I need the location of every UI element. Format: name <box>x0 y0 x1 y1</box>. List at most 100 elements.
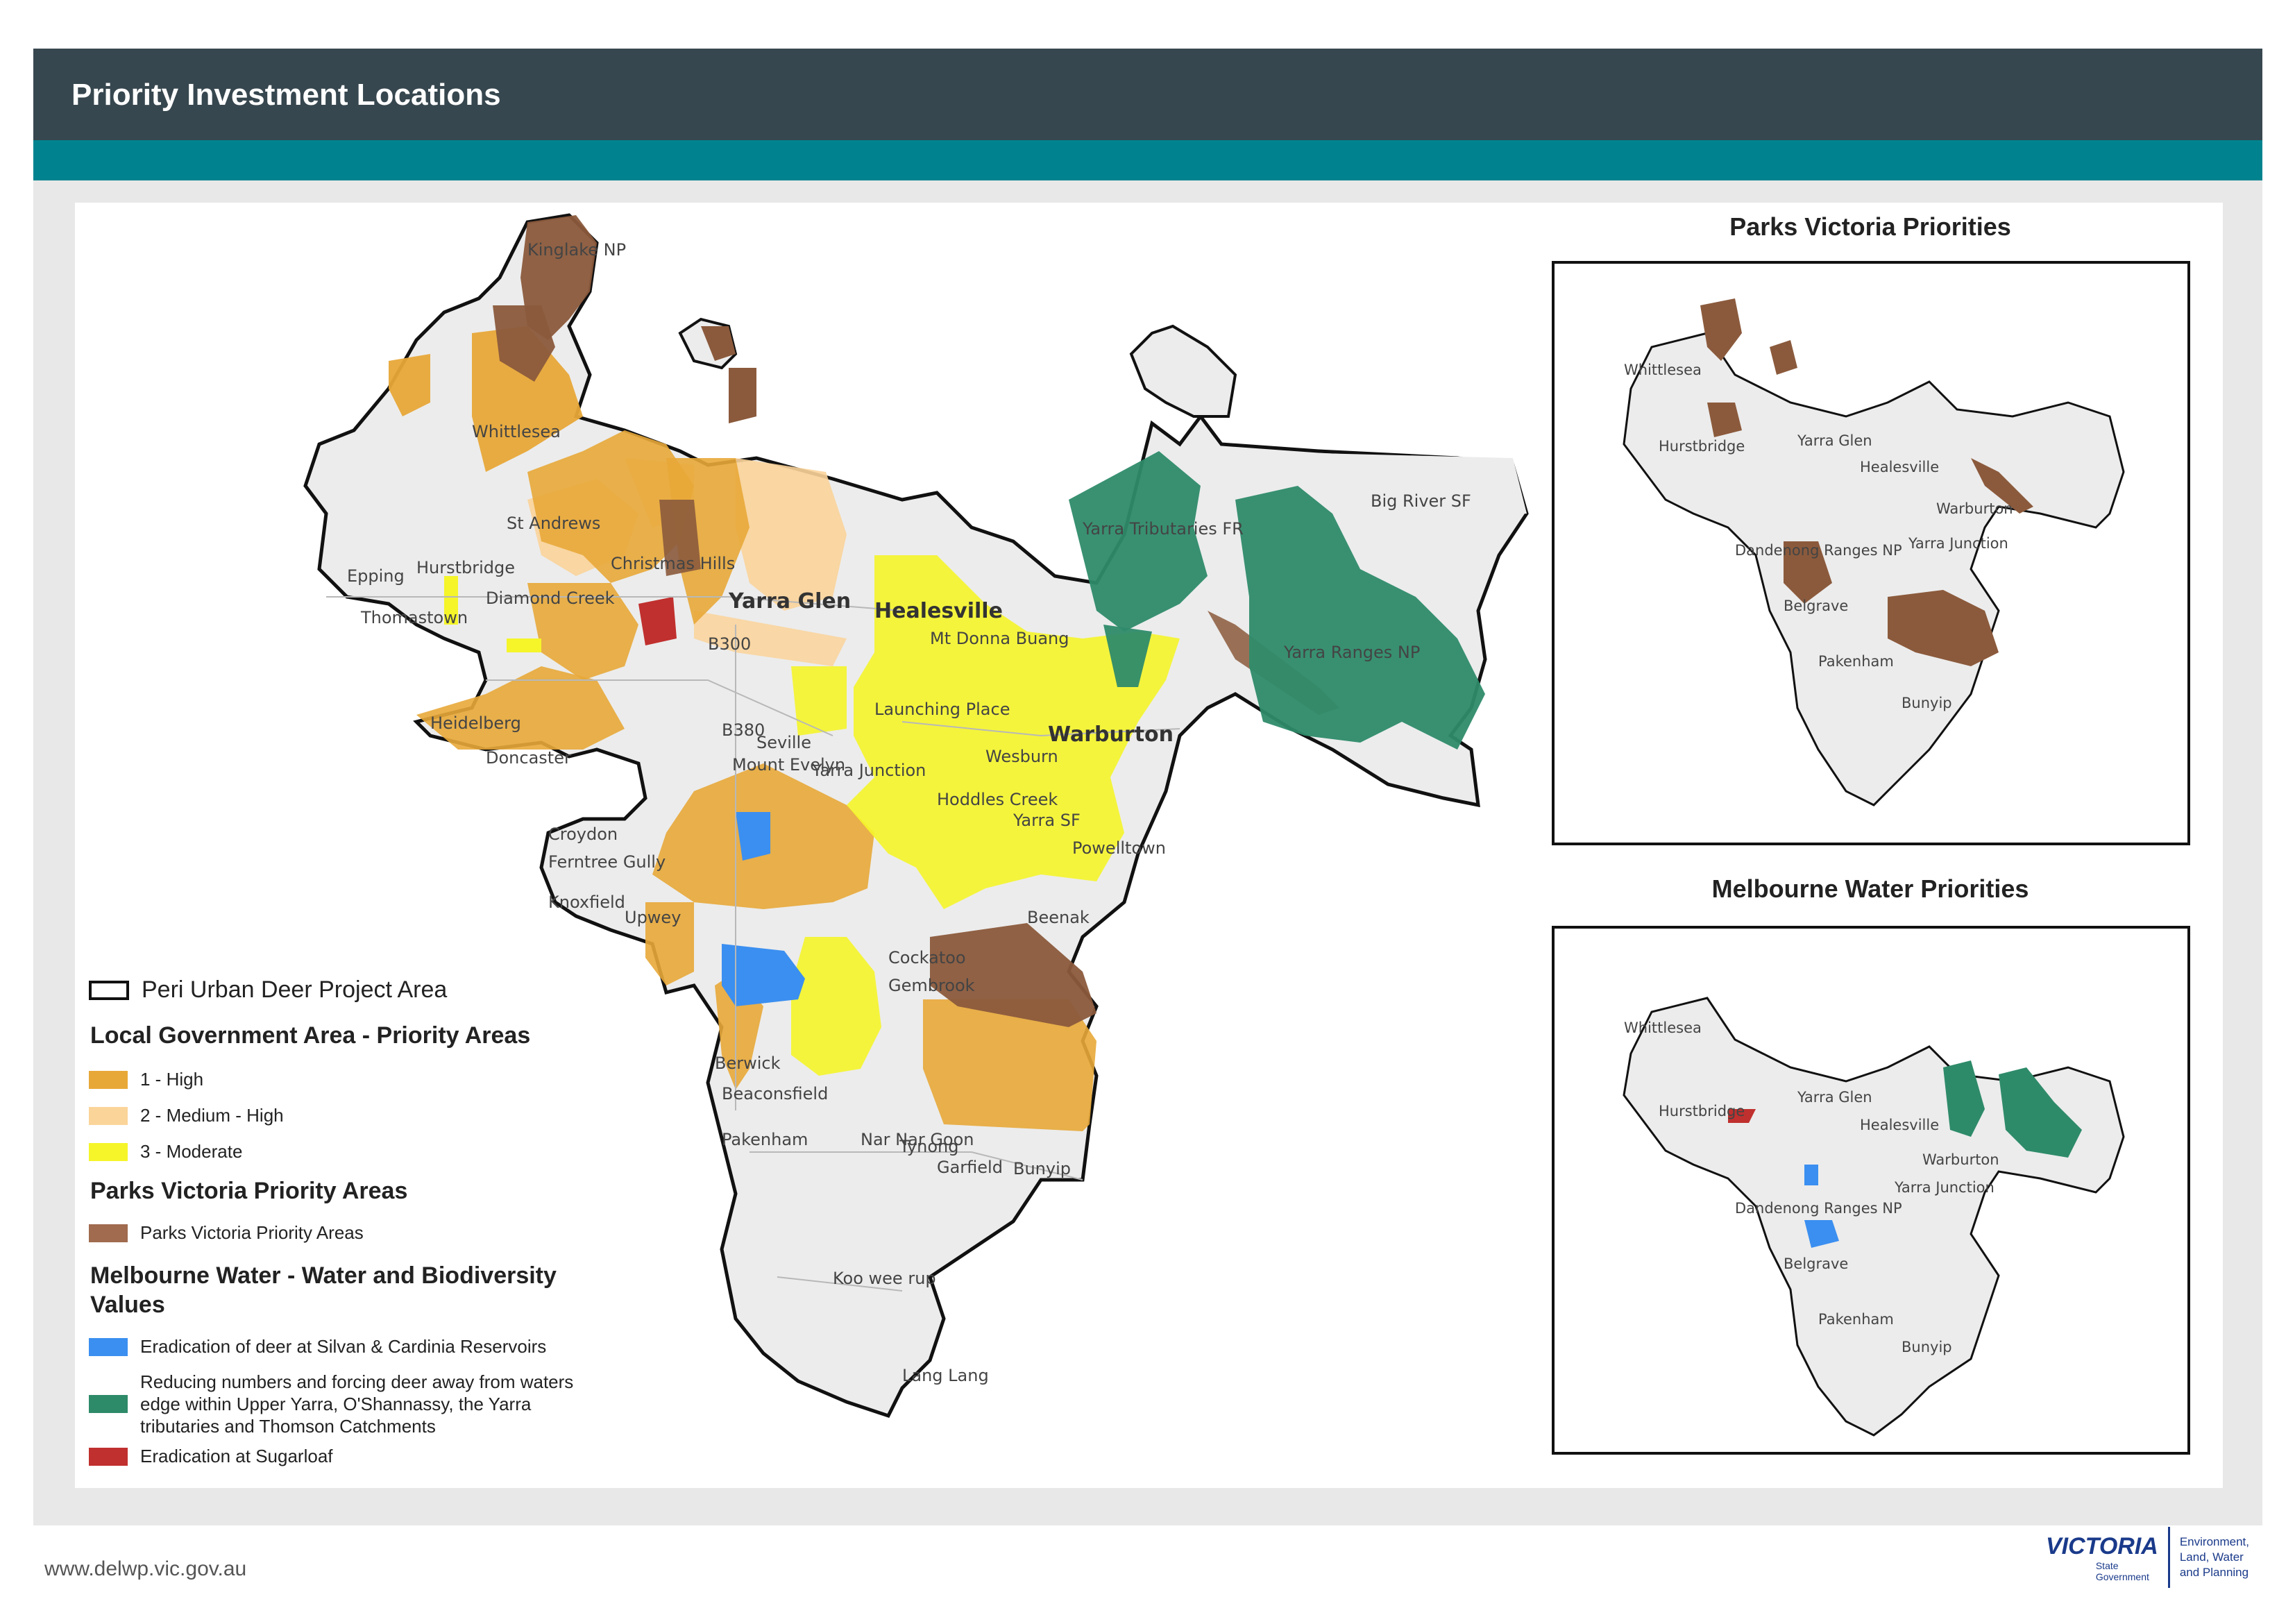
svg-text:Whittlesea: Whittlesea <box>472 422 561 441</box>
legend-swatch-parks <box>89 1224 128 1242</box>
svg-text:Knoxfield: Knoxfield <box>548 893 625 912</box>
legend-swatch-mw-sugarloaf <box>89 1447 128 1466</box>
svg-text:Healesville: Healesville <box>874 599 1003 623</box>
svg-text:Beaconsfield: Beaconsfield <box>722 1084 828 1103</box>
svg-text:Yarra SF: Yarra SF <box>1013 811 1081 830</box>
svg-text:Yarra Junction: Yarra Junction <box>1894 1179 1995 1196</box>
logo-department: Environment, Land, Water and Planning <box>2180 1534 2249 1580</box>
logo-divider <box>2167 1527 2170 1588</box>
logo-dept-line1: Environment, <box>2179 1535 2250 1548</box>
svg-text:Dandenong Ranges NP: Dandenong Ranges NP <box>1735 542 1902 559</box>
svg-text:Upwey: Upwey <box>625 908 681 927</box>
svg-text:Warburton: Warburton <box>1936 500 2013 517</box>
legend-mw-silvan: Eradication of deer at Silvan & Cardinia… <box>89 1336 546 1357</box>
legend-swatch-mw-silvan <box>89 1337 128 1356</box>
svg-text:Tynong: Tynong <box>899 1137 958 1156</box>
svg-text:Hurstbridge: Hurstbridge <box>1659 438 1745 455</box>
legend-swatch-lga-medium-high <box>89 1106 128 1125</box>
legend-swatch-mw-upper-yarra <box>89 1395 128 1413</box>
svg-text:Mt Donna Buang: Mt Donna Buang <box>930 629 1069 648</box>
legend-swatch-lga-high <box>89 1070 128 1089</box>
inset-title-water: Melbourne Water Priorities <box>1711 874 2029 903</box>
victoria-logo-mark: VICTORIA State Government <box>2046 1533 2158 1582</box>
svg-text:Warburton: Warburton <box>1048 722 1174 747</box>
inset-map-parks-svg: Whittlesea Hurstbridge Yarra Glen Heales… <box>1623 298 2125 806</box>
legend-lga-medium-high: 2 - Medium - High <box>89 1105 284 1126</box>
svg-text:Bunyip: Bunyip <box>1013 1159 1071 1178</box>
mw-sugarloaf-area <box>638 597 677 645</box>
svg-text:Belgrave: Belgrave <box>1784 598 1848 614</box>
svg-text:Yarra Glen: Yarra Glen <box>728 589 851 614</box>
legend-parks: Parks Victoria Priority Areas <box>89 1222 364 1244</box>
logo-word: VICTORIA <box>2046 1532 2158 1559</box>
svg-text:St Andrews: St Andrews <box>507 514 600 533</box>
inset-map-water[interactable]: Whittlesea Hurstbridge Yarra Glen Heales… <box>1552 926 2190 1455</box>
inset-map-water-svg: Whittlesea Hurstbridge Yarra Glen Heales… <box>1623 997 2125 1437</box>
logo-dept-line2: Land, Water <box>2179 1550 2244 1564</box>
footer-url-link[interactable]: www.delwp.vic.gov.au <box>44 1557 246 1581</box>
svg-text:Whittlesea: Whittlesea <box>1624 1020 1702 1036</box>
svg-text:Diamond Creek: Diamond Creek <box>486 589 615 608</box>
svg-text:Hurstbridge: Hurstbridge <box>416 558 515 577</box>
svg-text:Koo wee rup: Koo wee rup <box>833 1269 936 1288</box>
legend-label-project: Peri Urban Deer Project Area <box>142 976 448 1003</box>
svg-text:Warburton: Warburton <box>1922 1151 1999 1168</box>
legend-lga-moderate: 3 - Moderate <box>89 1141 242 1162</box>
svg-text:Yarra Glen: Yarra Glen <box>1797 1089 1872 1106</box>
legend-heading-mw: Melbourne Water - Water and Biodiversity… <box>90 1262 557 1318</box>
svg-text:Pakenham: Pakenham <box>1818 653 1894 670</box>
legend-swatch-lga-moderate <box>89 1142 128 1161</box>
legend-label-mw-upper-yarra: Reducing numbers and forcing deer away f… <box>140 1371 574 1437</box>
svg-text:Hurstbridge: Hurstbridge <box>1659 1103 1745 1119</box>
legend-heading-parks: Parks Victoria Priority Areas <box>90 1178 408 1204</box>
svg-text:Ferntree Gully: Ferntree Gully <box>548 852 666 872</box>
legend-label-lga-moderate: 3 - Moderate <box>140 1141 243 1162</box>
svg-text:Beenak: Beenak <box>1027 908 1090 927</box>
svg-text:Pakenham: Pakenham <box>722 1130 808 1149</box>
svg-text:Yarra Glen: Yarra Glen <box>1797 432 1872 449</box>
svg-text:Powelltown: Powelltown <box>1072 838 1166 858</box>
legend-label-lga-medium-high: 2 - Medium - High <box>140 1105 284 1126</box>
svg-text:Croydon: Croydon <box>548 824 618 844</box>
legend-swatch-project <box>89 980 129 1000</box>
legend-label-mw-silvan: Eradication of deer at Silvan & Cardinia… <box>140 1336 547 1357</box>
legend-label-lga-high: 1 - High <box>140 1069 204 1090</box>
svg-text:Belgrave: Belgrave <box>1784 1255 1848 1272</box>
svg-text:Gembrook: Gembrook <box>888 976 975 995</box>
svg-text:Dandenong Ranges NP: Dandenong Ranges NP <box>1735 1200 1902 1217</box>
svg-text:Yarra Ranges NP: Yarra Ranges NP <box>1283 643 1420 662</box>
svg-text:Pakenham: Pakenham <box>1818 1311 1894 1328</box>
svg-text:Mount Evelyn: Mount Evelyn <box>732 755 845 775</box>
victoria-government-logo: VICTORIA State Government Environment, L… <box>2046 1527 2249 1588</box>
svg-text:Garfield: Garfield <box>937 1158 1003 1177</box>
svg-text:Doncaster: Doncaster <box>486 748 571 768</box>
svg-text:Healesville: Healesville <box>1860 459 1939 475</box>
svg-text:Thomastown: Thomastown <box>360 608 468 627</box>
svg-text:Big River SF: Big River SF <box>1371 491 1471 511</box>
svg-text:Launching Place: Launching Place <box>874 700 1010 719</box>
legend-project-area: Peri Urban Deer Project Area <box>89 976 447 1004</box>
logo-sub: State Government <box>2095 1559 2149 1582</box>
inset-title-parks: Parks Victoria Priorities <box>1729 212 2011 241</box>
svg-text:Yarra Tributaries FR: Yarra Tributaries FR <box>1082 519 1244 539</box>
legend-mw-sugarloaf: Eradication at Sugarloaf <box>89 1446 333 1467</box>
svg-text:Christmas Hills: Christmas Hills <box>611 554 735 573</box>
legend-label-mw-sugarloaf: Eradication at Sugarloaf <box>140 1446 333 1466</box>
svg-text:B380: B380 <box>722 720 765 740</box>
legend-label-parks: Parks Victoria Priority Areas <box>140 1222 364 1243</box>
svg-text:Bunyip: Bunyip <box>1902 1339 1952 1355</box>
legend-mw-upper-yarra: Reducing numbers and forcing deer away f… <box>89 1371 612 1437</box>
legend-lga-high: 1 - High <box>89 1069 203 1090</box>
svg-text:Hoddles Creek: Hoddles Creek <box>937 790 1058 809</box>
logo-dept-line3: and Planning <box>2179 1566 2249 1579</box>
svg-text:Epping: Epping <box>347 566 405 586</box>
svg-text:Healesville: Healesville <box>1860 1117 1939 1133</box>
svg-text:Heidelberg: Heidelberg <box>430 713 521 733</box>
legend-heading-lga: Local Government Area - Priority Areas <box>90 1022 531 1049</box>
svg-text:Whittlesea: Whittlesea <box>1624 362 1702 378</box>
inset-map-parks[interactable]: Whittlesea Hurstbridge Yarra Glen Heales… <box>1552 261 2190 845</box>
svg-text:Lang Lang: Lang Lang <box>902 1366 989 1385</box>
svg-text:Berwick: Berwick <box>715 1054 781 1073</box>
svg-text:Cockatoo: Cockatoo <box>888 948 966 967</box>
svg-text:Kinglake NP: Kinglake NP <box>527 240 626 260</box>
